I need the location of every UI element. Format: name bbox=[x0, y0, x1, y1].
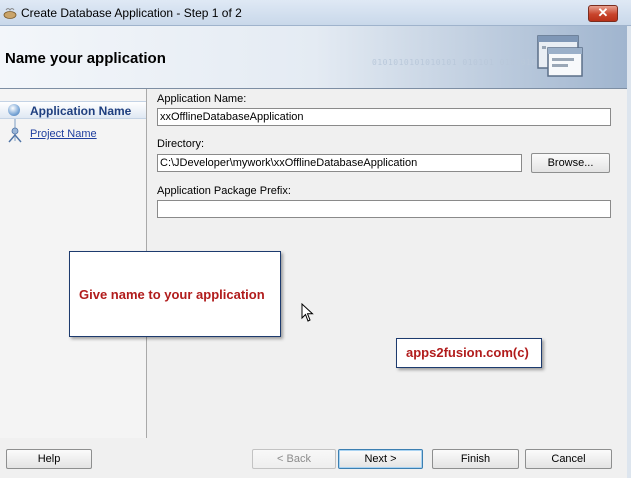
back-button[interactable]: < Back bbox=[252, 449, 336, 469]
step-person-icon bbox=[8, 127, 22, 143]
package-prefix-field[interactable] bbox=[157, 200, 611, 218]
wizard-header: Name your application 0101010101010101 0… bbox=[0, 26, 631, 89]
close-button[interactable]: ✕ bbox=[588, 5, 618, 22]
wizard-windows-icon bbox=[537, 35, 583, 77]
finish-button[interactable]: Finish bbox=[432, 449, 519, 469]
wizard-footer: Help < Back Next > Finish Cancel bbox=[0, 438, 631, 478]
browse-button[interactable]: Browse... bbox=[531, 153, 610, 173]
app-name-label: Application Name: bbox=[157, 93, 247, 105]
watermark-text: apps2fusion.com(c) bbox=[406, 345, 529, 360]
cancel-button[interactable]: Cancel bbox=[525, 449, 612, 469]
train-step-project-name[interactable]: Project Name bbox=[0, 127, 146, 145]
window-title: Create Database Application - Step 1 of … bbox=[21, 6, 242, 20]
train-step-label: Project Name bbox=[30, 128, 97, 140]
title-bar: Create Database Application - Step 1 of … bbox=[0, 0, 631, 26]
directory-field[interactable]: C:\JDeveloper\mywork\xxOfflineDatabaseAp… bbox=[157, 154, 522, 172]
mouse-pointer-icon bbox=[301, 303, 314, 322]
app-name-field[interactable]: xxOfflineDatabaseApplication bbox=[157, 108, 611, 126]
close-icon: ✕ bbox=[597, 5, 609, 20]
train-step-application-name[interactable]: Application Name bbox=[0, 101, 146, 119]
help-button[interactable]: Help bbox=[6, 449, 92, 469]
train-step-label: Application Name bbox=[30, 104, 132, 118]
directory-label: Directory: bbox=[157, 138, 205, 150]
page-title: Name your application bbox=[5, 50, 166, 67]
annotation-callout: Give name to your application bbox=[69, 251, 281, 337]
callout-text: Give name to your application bbox=[79, 287, 265, 302]
window-edge bbox=[627, 26, 631, 478]
current-step-icon bbox=[8, 104, 20, 116]
jdeveloper-cup-icon bbox=[3, 8, 17, 19]
watermark-box: apps2fusion.com(c) bbox=[396, 338, 542, 368]
next-button[interactable]: Next > bbox=[338, 449, 423, 469]
package-prefix-label: Application Package Prefix: bbox=[157, 185, 291, 197]
